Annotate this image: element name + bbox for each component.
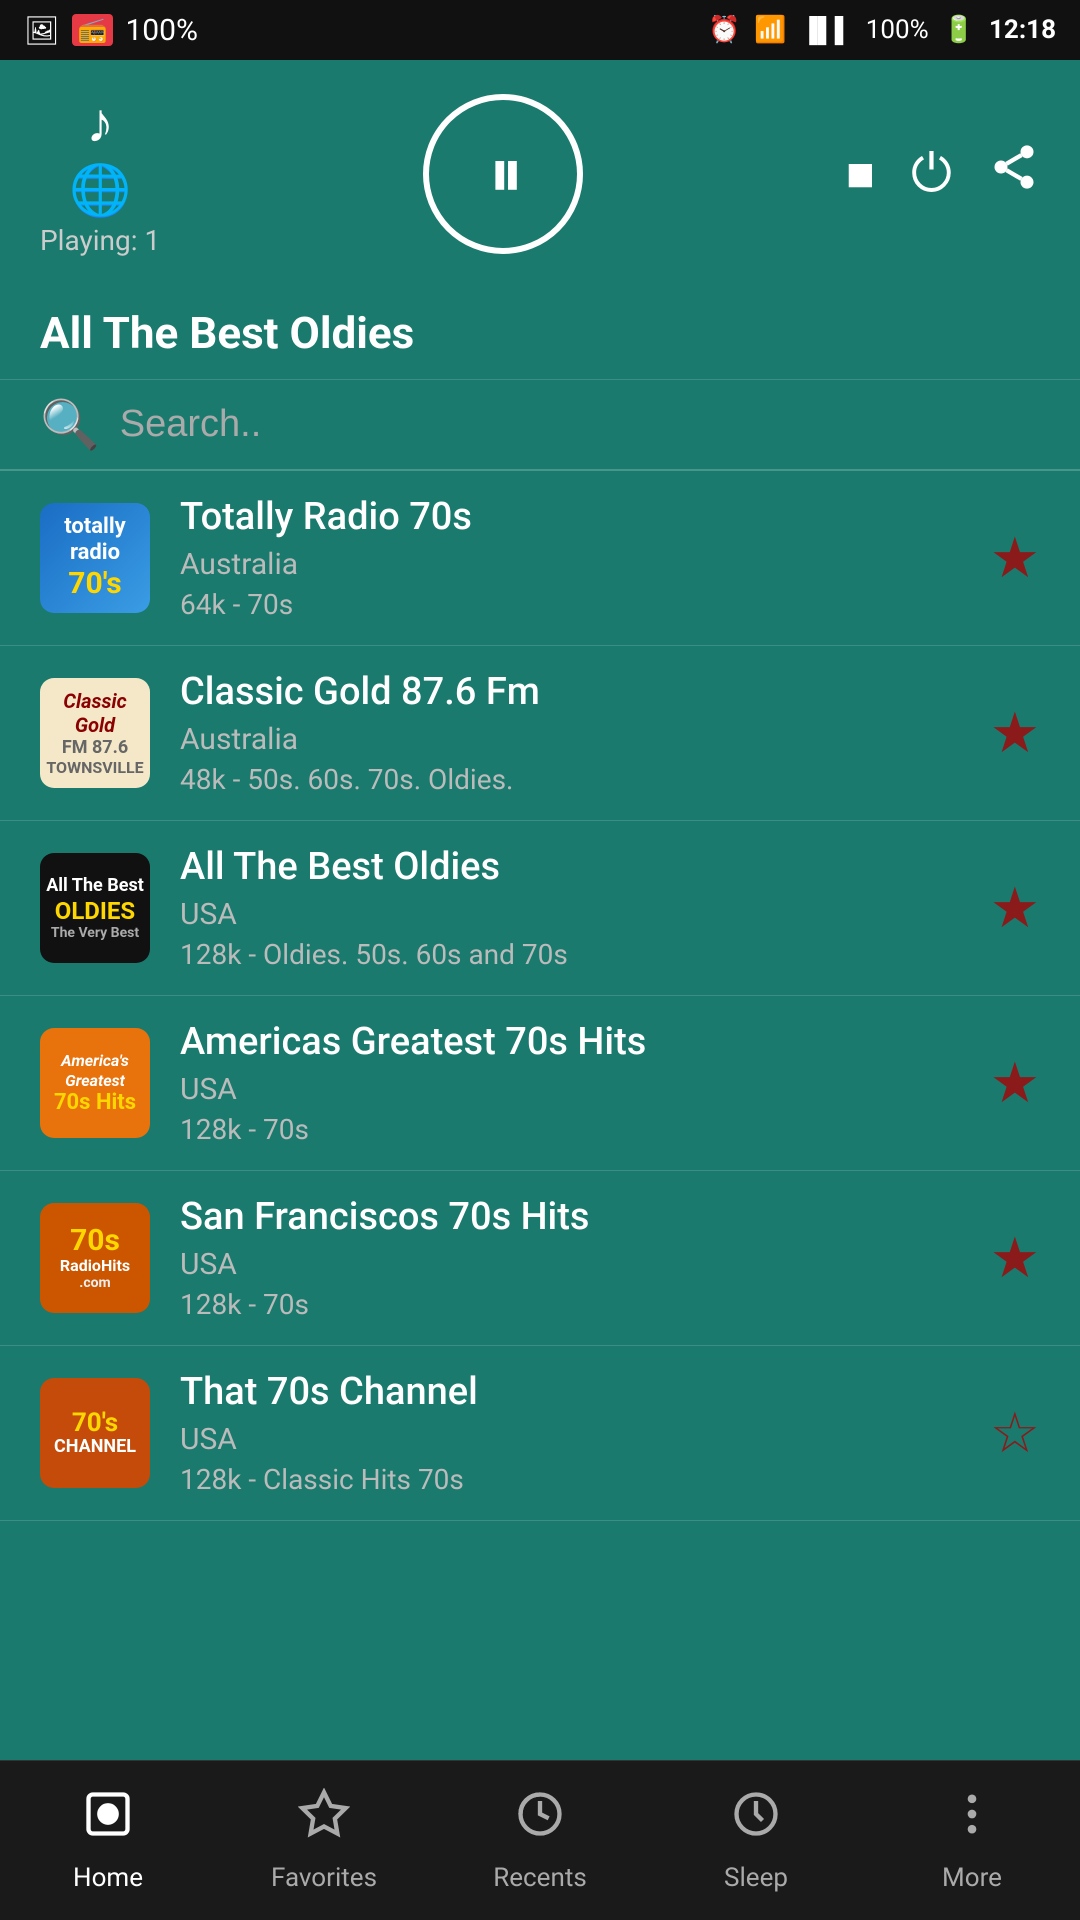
pause-button[interactable]: ⏸ <box>423 94 583 254</box>
radio-icon: 📻 <box>72 14 114 46</box>
battery-percent: 100% <box>866 15 929 45</box>
station-item[interactable]: totally radio 70's Totally Radio 70s Aus… <box>0 471 1080 646</box>
player-right-section: ■ ⏻ <box>846 141 1040 206</box>
station-list: totally radio 70's Totally Radio 70s Aus… <box>0 471 1080 1760</box>
status-bar: 🖼 📻 100% ⏰ 📶 ▐▌▌ 100% 🔋 12:18 <box>0 0 1080 60</box>
station-name: That 70s Channel <box>180 1370 970 1414</box>
station-bitrate: 128k - Classic Hits 70s <box>180 1463 970 1496</box>
favorites-icon <box>298 1788 350 1853</box>
station-bitrate: 48k - 50s. 60s. 70s. Oldies. <box>180 763 970 796</box>
home-label: Home <box>73 1863 143 1893</box>
sleep-icon <box>730 1788 782 1853</box>
station-bitrate: 128k - Oldies. 50s. 60s and 70s <box>180 938 970 971</box>
main-content: ♪ 🌐 Playing: 1 ⏸ ■ ⏻ <box>0 60 1080 1760</box>
station-logo: All The Best OLDIES The Very Best <box>40 853 150 963</box>
nav-favorites[interactable]: Favorites <box>216 1788 432 1893</box>
favorite-star[interactable]: ☆ <box>990 1400 1040 1466</box>
station-country: USA <box>180 897 970 932</box>
alarm-icon: ⏰ <box>708 15 740 45</box>
favorite-star[interactable]: ★ <box>990 1050 1040 1116</box>
station-name: Americas Greatest 70s Hits <box>180 1020 970 1064</box>
nav-more[interactable]: More <box>864 1788 1080 1893</box>
status-left-icons: 🖼 📻 100% <box>24 13 198 48</box>
music-icon[interactable]: ♪ <box>86 90 114 156</box>
station-logo: 70s RadioHits .com <box>40 1203 150 1313</box>
playing-label: Playing: 1 <box>40 224 160 257</box>
station-name: San Franciscos 70s Hits <box>180 1195 970 1239</box>
globe-icon[interactable]: 🌐 <box>69 162 131 220</box>
station-country: USA <box>180 1247 970 1282</box>
search-bar: 🔍 <box>0 379 1080 471</box>
player-controls-row: ♪ 🌐 Playing: 1 ⏸ ■ ⏻ <box>40 90 1040 257</box>
station-info: Totally Radio 70s Australia 64k - 70s <box>180 495 970 621</box>
nav-home[interactable]: Home <box>0 1788 216 1893</box>
home-icon <box>82 1788 134 1853</box>
station-info: Classic Gold 87.6 Fm Australia 48k - 50s… <box>180 670 970 796</box>
station-logo: 70's CHANNEL <box>40 1378 150 1488</box>
favorite-star[interactable]: ★ <box>990 875 1040 941</box>
power-icon[interactable]: ⏻ <box>911 143 952 205</box>
time-display: 12:18 <box>989 15 1056 45</box>
station-country: Australia <box>180 547 970 582</box>
favorite-star[interactable]: ★ <box>990 525 1040 591</box>
current-station-title: All The Best Oldies <box>0 297 1080 379</box>
recents-label: Recents <box>493 1863 587 1893</box>
station-logo: totally radio 70's <box>40 503 150 613</box>
station-name: All The Best Oldies <box>180 845 970 889</box>
station-bitrate: 64k - 70s <box>180 588 970 621</box>
station-item[interactable]: America's Greatest 70s Hits Americas Gre… <box>0 996 1080 1171</box>
station-item[interactable]: 70s RadioHits .com San Franciscos 70s Hi… <box>0 1171 1080 1346</box>
favorite-star[interactable]: ★ <box>990 700 1040 766</box>
station-info: Americas Greatest 70s Hits USA 128k - 70… <box>180 1020 970 1146</box>
search-input[interactable] <box>120 403 1040 446</box>
station-bitrate: 128k - 70s <box>180 1288 970 1321</box>
station-item[interactable]: 70's CHANNEL That 70s Channel USA 128k -… <box>0 1346 1080 1521</box>
stop-icon[interactable]: ■ <box>846 145 875 202</box>
station-name: Classic Gold 87.6 Fm <box>180 670 970 714</box>
pause-icon: ⏸ <box>489 133 518 215</box>
station-name: Totally Radio 70s <box>180 495 970 539</box>
photo-icon: 🖼 <box>24 14 60 47</box>
station-country: USA <box>180 1422 970 1457</box>
station-info: That 70s Channel USA 128k - Classic Hits… <box>180 1370 970 1496</box>
nav-sleep[interactable]: Sleep <box>648 1788 864 1893</box>
favorite-star[interactable]: ★ <box>990 1225 1040 1291</box>
station-logo: America's Greatest 70s Hits <box>40 1028 150 1138</box>
station-item[interactable]: All The Best OLDIES The Very Best All Th… <box>0 821 1080 996</box>
player-left-section: ♪ 🌐 Playing: 1 <box>40 90 160 257</box>
signal-bars-icon: ▐▌▌ <box>801 16 852 45</box>
player-header: ♪ 🌐 Playing: 1 ⏸ ■ ⏻ <box>0 60 1080 297</box>
station-info: San Franciscos 70s Hits USA 128k - 70s <box>180 1195 970 1321</box>
station-country: USA <box>180 1072 970 1107</box>
sleep-label: Sleep <box>724 1863 788 1893</box>
status-right-icons: ⏰ 📶 ▐▌▌ 100% 🔋 12:18 <box>708 15 1056 45</box>
station-bitrate: 128k - 70s <box>180 1113 970 1146</box>
wifi-icon: 📶 <box>754 15 786 45</box>
nav-recents[interactable]: Recents <box>432 1788 648 1893</box>
more-label: More <box>942 1863 1002 1893</box>
bottom-nav: Home Favorites Recents Sleep <box>0 1760 1080 1920</box>
share-icon[interactable] <box>988 141 1040 206</box>
station-country: Australia <box>180 722 970 757</box>
station-logo: Classic Gold FM 87.6 TOWNSVILLE <box>40 678 150 788</box>
favorites-label: Favorites <box>271 1863 377 1893</box>
battery-icon: 🔋 <box>943 15 975 45</box>
more-icon <box>946 1788 998 1853</box>
search-icon: 🔍 <box>40 396 100 453</box>
station-item[interactable]: Classic Gold FM 87.6 TOWNSVILLE Classic … <box>0 646 1080 821</box>
recents-icon <box>514 1788 566 1853</box>
signal-count: 100% <box>125 13 198 48</box>
station-info: All The Best Oldies USA 128k - Oldies. 5… <box>180 845 970 971</box>
